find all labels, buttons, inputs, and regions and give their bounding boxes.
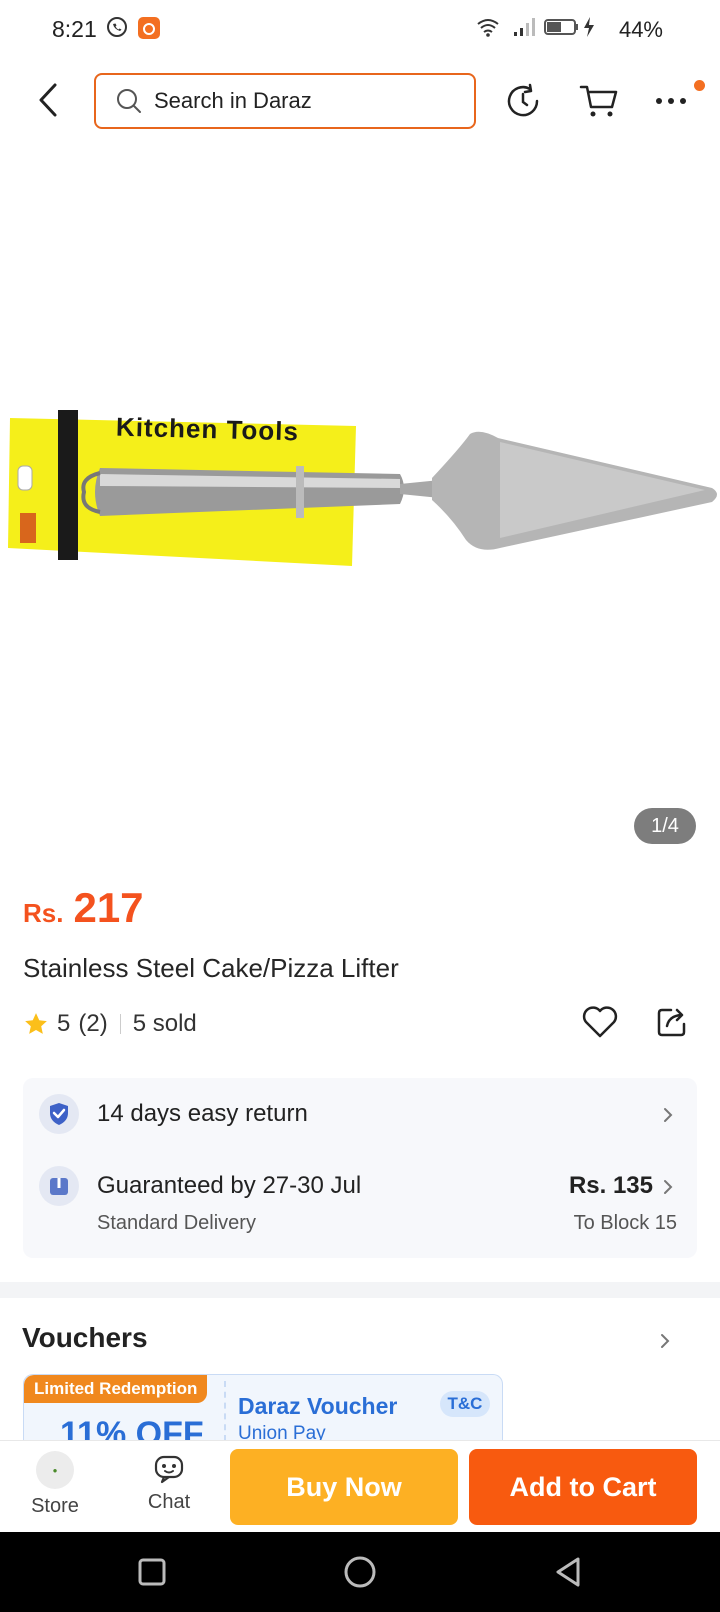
- system-back-button[interactable]: [548, 1552, 588, 1592]
- system-nav-bar: [0, 1532, 720, 1612]
- chat-bot-icon: [154, 1455, 184, 1484]
- review-count: (2): [78, 1010, 108, 1037]
- search-placeholder: Search in Daraz: [154, 88, 312, 113]
- vouchers-title: Vouchers: [22, 1322, 148, 1353]
- cart-button[interactable]: [578, 80, 620, 122]
- product-price: Rs. 217: [23, 884, 144, 932]
- app-notification-icon: [137, 16, 161, 45]
- price-currency: Rs.: [23, 898, 64, 928]
- action-bar: ● Store Chat Buy Now Add to Cart: [0, 1440, 720, 1532]
- delivery-row[interactable]: Guaranteed by 27-30 Jul Standard Deliver…: [23, 1150, 697, 1258]
- home-button[interactable]: [340, 1552, 380, 1592]
- status-time: 8:21: [52, 16, 97, 42]
- chevron-right-icon: [661, 1176, 675, 1198]
- chevron-right-icon: [661, 1104, 675, 1126]
- recents-square-icon: [138, 1558, 166, 1586]
- wishlist-button[interactable]: [580, 1002, 620, 1042]
- cart-icon: [579, 85, 618, 117]
- rating-value: 5: [57, 1010, 71, 1037]
- recents-button[interactable]: [132, 1552, 172, 1592]
- battery-percentage: 44%: [618, 17, 663, 42]
- voucher-value: 11% OFF: [60, 1415, 204, 1440]
- charging-icon: [582, 16, 596, 43]
- delivery-box-icon: [39, 1166, 79, 1206]
- whatsapp-icon: [106, 16, 128, 43]
- heart-icon: [582, 1006, 618, 1038]
- voucher-card[interactable]: Limited Redemption 11% OFF Daraz Voucher…: [23, 1374, 503, 1440]
- return-shield-icon: [39, 1094, 79, 1134]
- voucher-subtitle: Union Pay: [238, 1423, 326, 1440]
- chat-button[interactable]: Chat: [124, 1451, 214, 1527]
- guarantee-text: Guaranteed by 27-30 Jul: [97, 1172, 362, 1199]
- back-button[interactable]: [30, 80, 66, 120]
- share-icon: [657, 1008, 686, 1037]
- rating-row[interactable]: 5 (2) 5 sold: [23, 1008, 197, 1040]
- star-icon: [25, 1013, 47, 1034]
- buy-now-button[interactable]: Buy Now: [230, 1449, 458, 1525]
- store-logo-icon: ●: [36, 1451, 74, 1489]
- product-image[interactable]: Kitchen Tools: [0, 148, 720, 856]
- tc-badge[interactable]: T&C: [440, 1391, 490, 1417]
- history-icon: [507, 83, 539, 117]
- return-text: 14 days easy return: [97, 1100, 308, 1127]
- share-button[interactable]: [652, 1002, 692, 1042]
- store-button[interactable]: ● Store: [10, 1451, 100, 1527]
- store-label: Store: [31, 1495, 79, 1517]
- sold-count: 5 sold: [132, 1010, 197, 1037]
- delivery-type: Standard Delivery: [97, 1212, 256, 1234]
- voucher-name: Daraz Voucher: [238, 1393, 398, 1419]
- header: Search in Daraz: [0, 68, 720, 134]
- product-title: Stainless Steel Cake/Pizza Lifter: [23, 953, 399, 983]
- image-counter: 1/4: [634, 808, 696, 844]
- section-divider: [0, 1282, 720, 1298]
- battery-icon: [544, 16, 580, 43]
- delivery-destination: To Block 15: [573, 1212, 677, 1234]
- delivery-fee: Rs. 135: [568, 1172, 653, 1199]
- more-button[interactable]: [650, 80, 692, 122]
- wifi-icon: [476, 16, 500, 43]
- history-button[interactable]: [502, 80, 544, 122]
- limited-redemption-tag: Limited Redemption: [24, 1375, 208, 1403]
- search-input[interactable]: Search in Daraz: [94, 73, 476, 129]
- search-icon: [117, 89, 141, 113]
- chevron-left-icon: [39, 83, 57, 117]
- delivery-card: 14 days easy return Guaranteed by 27-30 …: [23, 1078, 697, 1258]
- vouchers-chevron-icon[interactable]: [658, 1330, 672, 1352]
- chat-label: Chat: [147, 1491, 191, 1513]
- voucher-divider: [224, 1381, 226, 1440]
- signal-icon: [512, 16, 536, 43]
- divider: [119, 1014, 121, 1034]
- voucher-left: Limited Redemption 11% OFF: [24, 1375, 224, 1440]
- return-row[interactable]: 14 days easy return: [23, 1078, 697, 1150]
- cake-lifter-illustration: [8, 410, 717, 566]
- more-dots-icon: [656, 98, 686, 104]
- add-to-cart-button[interactable]: Add to Cart: [469, 1449, 697, 1525]
- home-circle-icon: [344, 1556, 376, 1588]
- notification-dot: [694, 80, 705, 91]
- price-value: 217: [73, 884, 144, 931]
- package-label: Kitchen Tools: [115, 411, 300, 447]
- status-bar: 8:21 44%: [0, 0, 720, 60]
- back-triangle-icon: [556, 1557, 580, 1587]
